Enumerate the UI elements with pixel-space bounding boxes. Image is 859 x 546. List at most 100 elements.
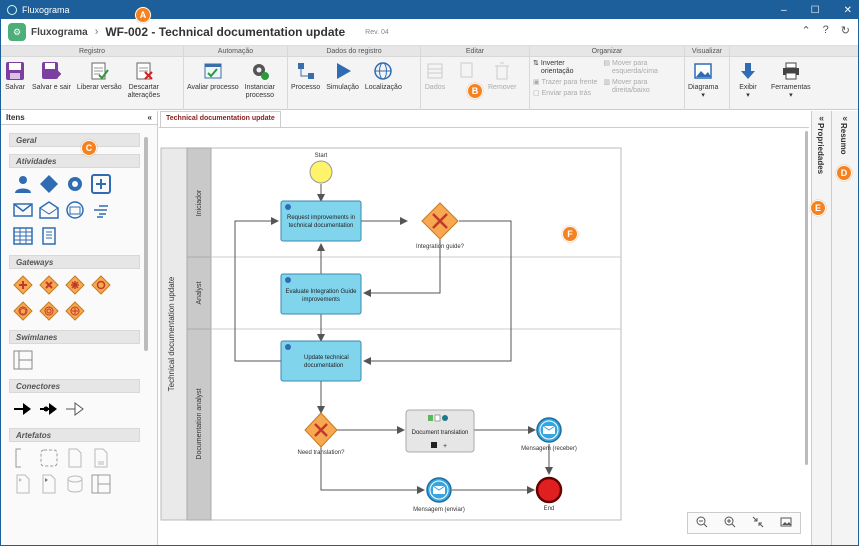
sequence-flow-icon[interactable] bbox=[12, 398, 34, 420]
help-icon[interactable]: ? bbox=[823, 24, 829, 37]
release-icon bbox=[88, 60, 110, 82]
script-icon[interactable] bbox=[38, 225, 60, 247]
pool[interactable] bbox=[160, 147, 622, 521]
close-button[interactable]: ✕ bbox=[844, 5, 852, 16]
complex-gateway-icon[interactable] bbox=[64, 274, 86, 296]
user-task-icon bbox=[285, 204, 291, 210]
release-version-button[interactable]: Liberar versão bbox=[74, 60, 125, 92]
maximize-button[interactable]: ☐ bbox=[811, 5, 820, 16]
message-flow-icon[interactable] bbox=[64, 398, 86, 420]
swimlane-icon[interactable] bbox=[12, 349, 34, 371]
ribbon-group-registro: Registro Salvar Salvar e sair Liberar ve… bbox=[1, 46, 184, 110]
parallel-gateway-icon[interactable] bbox=[12, 274, 34, 296]
collapse-items-icon[interactable]: « bbox=[148, 113, 152, 122]
save-icon bbox=[4, 60, 26, 82]
inclusive-gateway-icon[interactable] bbox=[90, 274, 112, 296]
discard-changes-button[interactable]: Descartar alterações bbox=[125, 60, 163, 100]
process-button[interactable]: Processo bbox=[288, 60, 323, 92]
bring-front-button[interactable]: ▣ Trazer para frente bbox=[533, 79, 597, 87]
invert-orientation-button[interactable]: ⇅ Inverter orientação bbox=[533, 60, 597, 76]
expand-summary-icon[interactable]: « bbox=[832, 113, 858, 123]
user-task-icon[interactable] bbox=[12, 173, 34, 195]
summary-label[interactable]: Resumo bbox=[839, 123, 848, 155]
hand-icon[interactable] bbox=[90, 199, 112, 221]
properties-label[interactable]: Propriedades bbox=[816, 123, 825, 174]
simulation-button[interactable]: Simulação bbox=[323, 60, 362, 92]
envelope-icon[interactable] bbox=[12, 199, 34, 221]
tools-button[interactable]: Ferramentas ▾ bbox=[768, 60, 814, 100]
ribbon-toolbar: Registro Salvar Salvar e sair Liberar ve… bbox=[1, 46, 858, 110]
collapse-header-icon[interactable]: ⌃ bbox=[801, 24, 810, 37]
export-image-icon[interactable] bbox=[780, 516, 792, 530]
start-event[interactable] bbox=[309, 160, 333, 184]
move-right-down-button[interactable]: ▥ Mover para direita/baixo bbox=[603, 79, 658, 95]
data-output-icon[interactable] bbox=[38, 473, 60, 495]
data-collection-icon[interactable] bbox=[90, 447, 112, 469]
diamond-icon[interactable] bbox=[38, 173, 60, 195]
section-header-swimlanes[interactable]: Swimlanes bbox=[9, 330, 140, 344]
revision-label: Rev. 04 bbox=[365, 28, 389, 36]
zoom-in-icon[interactable] bbox=[724, 516, 736, 530]
gw1-label: Integration guide? bbox=[416, 244, 465, 250]
ribbon-group-extra: Exibir ▾ Ferramentas ▾ bbox=[730, 46, 858, 110]
plus-box-icon[interactable] bbox=[90, 173, 112, 195]
section-header-gateways[interactable]: Gateways bbox=[9, 255, 140, 269]
tab-diagram[interactable]: Technical documentation update bbox=[160, 111, 281, 127]
breadcrumb-app[interactable]: Fluxograma bbox=[31, 27, 88, 38]
subprocess-label: Document translation bbox=[412, 430, 469, 436]
annotation-icon[interactable] bbox=[12, 447, 34, 469]
ribbon-group-automacao: Automação Avaliar processo Instanciar pro… bbox=[184, 46, 288, 110]
section-header-atividades[interactable]: Atividades bbox=[9, 154, 140, 168]
save-exit-icon bbox=[40, 60, 62, 82]
task-update-technical-documentation[interactable] bbox=[280, 340, 362, 382]
pool-label: Technical documentation update bbox=[167, 276, 176, 391]
task-request-improvements[interactable] bbox=[280, 200, 362, 242]
remove-button[interactable]: Remover bbox=[485, 60, 519, 92]
gear-icon[interactable] bbox=[64, 173, 86, 195]
location-button[interactable]: Localização bbox=[362, 60, 405, 92]
discard-icon bbox=[133, 60, 155, 82]
bpmn-diagram[interactable]: Technical documentation update Iniciador… bbox=[160, 147, 630, 525]
send-back-button[interactable]: ▢ Enviar para trás bbox=[533, 90, 597, 98]
data-store-icon[interactable] bbox=[64, 473, 86, 495]
conditional-flow-icon[interactable] bbox=[38, 398, 60, 420]
group-icon[interactable] bbox=[38, 447, 60, 469]
expand-properties-icon[interactable]: « bbox=[812, 113, 831, 123]
data-input-icon[interactable] bbox=[12, 473, 34, 495]
table-icon[interactable] bbox=[12, 225, 34, 247]
grid-artifact-icon[interactable] bbox=[90, 473, 112, 495]
refresh-icon[interactable]: ↻ bbox=[841, 24, 850, 37]
event-gateway-icon[interactable] bbox=[12, 300, 34, 322]
exclusive-gateway-icon[interactable] bbox=[38, 274, 60, 296]
marker-e: E bbox=[810, 200, 826, 216]
copy-button[interactable] bbox=[453, 60, 481, 84]
section-header-artefatos[interactable]: Artefatos bbox=[9, 428, 140, 442]
open-envelope-icon[interactable] bbox=[38, 199, 60, 221]
data-button[interactable]: Dados bbox=[421, 60, 449, 92]
canvas-scrollbar[interactable] bbox=[805, 131, 808, 465]
minimize-button[interactable]: – bbox=[781, 5, 787, 16]
instantiate-process-button[interactable]: Instanciar processo bbox=[242, 60, 278, 100]
lane-label-documentation-analyst: Documentation analyst bbox=[196, 388, 203, 459]
section-geral: Geral bbox=[9, 133, 140, 147]
ribbon-group-editar: Editar Dados Remover bbox=[421, 46, 530, 110]
event-gateway-alt-icon[interactable] bbox=[38, 300, 60, 322]
section-header-geral[interactable]: Geral bbox=[9, 133, 140, 147]
zoom-out-icon[interactable] bbox=[696, 516, 708, 530]
ribbon-group-visualizar: Visualizar Diagrama ▾ bbox=[685, 46, 730, 110]
parallel-event-gateway-icon[interactable] bbox=[64, 300, 86, 322]
fit-screen-icon[interactable] bbox=[752, 516, 764, 530]
data-object-icon[interactable] bbox=[64, 447, 86, 469]
message-circle-icon[interactable] bbox=[64, 199, 86, 221]
properties-panel[interactable]: « Propriedades bbox=[811, 111, 831, 545]
diagram-button[interactable]: Diagrama ▾ bbox=[685, 60, 721, 100]
section-header-conectores[interactable]: Conectores bbox=[9, 379, 140, 393]
move-left-up-button[interactable]: ▤ Mover para esquerda/cima bbox=[603, 60, 658, 76]
doc-icon bbox=[434, 414, 441, 422]
evaluate-process-button[interactable]: Avaliar processo bbox=[184, 60, 242, 92]
save-and-exit-button[interactable]: Salvar e sair bbox=[29, 60, 74, 92]
display-button[interactable]: Exibir ▾ bbox=[734, 60, 762, 100]
items-scrollbar[interactable] bbox=[144, 137, 148, 351]
end-event[interactable] bbox=[535, 476, 563, 504]
save-button[interactable]: Salvar bbox=[1, 60, 29, 92]
